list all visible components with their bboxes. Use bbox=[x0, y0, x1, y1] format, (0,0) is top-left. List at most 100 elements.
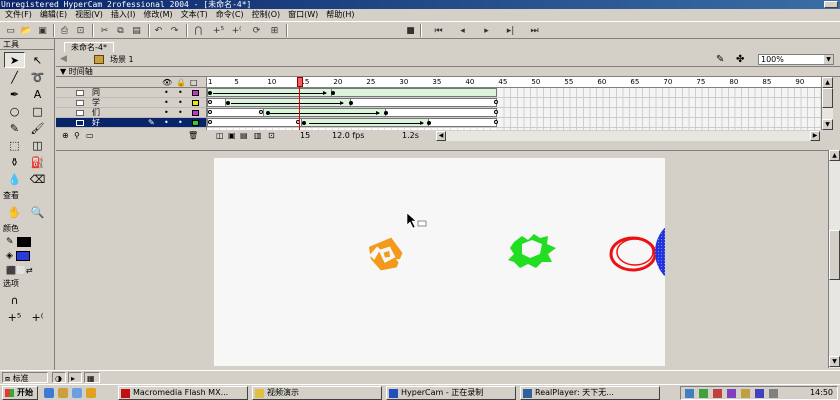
back-arrow-icon[interactable]: ◀ bbox=[60, 54, 67, 64]
snap-icon[interactable]: ⋂ bbox=[192, 24, 205, 37]
lock-dot[interactable]: • bbox=[178, 118, 183, 128]
hand-tool-icon[interactable]: ✋ bbox=[4, 204, 25, 220]
window-control-button[interactable] bbox=[824, 1, 838, 8]
center-frame-icon[interactable]: ◫ bbox=[216, 130, 224, 141]
redo-icon[interactable]: ↷ bbox=[168, 24, 181, 37]
edit-multiple-icon[interactable]: ▥ bbox=[254, 130, 262, 141]
task-realplayer[interactable]: RealPlayer: 天下无... bbox=[520, 386, 660, 400]
trash-icon[interactable]: 🗑 bbox=[188, 130, 198, 141]
ie-icon[interactable] bbox=[44, 388, 54, 398]
layer-color-swatch[interactable] bbox=[192, 120, 199, 126]
start-button[interactable]: 开始 bbox=[2, 386, 38, 400]
stop-icon[interactable]: ■ bbox=[404, 24, 417, 37]
eye-icon[interactable]: 👁 bbox=[162, 78, 172, 87]
menu-item[interactable]: 文本(T) bbox=[177, 9, 212, 21]
explorer-icon[interactable] bbox=[72, 388, 82, 398]
print-icon[interactable]: ⎙ bbox=[58, 24, 71, 37]
timeline-hscroll[interactable]: ◀ ▶ bbox=[436, 131, 820, 141]
visibility-dot[interactable]: • bbox=[164, 108, 169, 118]
zoom-tool-icon[interactable]: 🔍 bbox=[27, 204, 48, 220]
undo-icon[interactable]: ↶ bbox=[152, 24, 165, 37]
smooth-icon[interactable]: +⁵ bbox=[212, 24, 225, 37]
layer-row[interactable]: 同 • • bbox=[56, 88, 206, 98]
ink-bottle-tool-icon[interactable]: ⚱ bbox=[4, 154, 25, 170]
arrow-tool-icon[interactable]: ➤ bbox=[4, 52, 25, 68]
status-icon-1[interactable]: ◑ bbox=[52, 372, 66, 383]
layer-color-swatch[interactable] bbox=[192, 90, 199, 96]
cut-icon[interactable]: ✂ bbox=[98, 24, 111, 37]
lock-icon[interactable]: 🔒 bbox=[176, 78, 186, 87]
tray-icon[interactable] bbox=[755, 389, 764, 398]
menu-item[interactable]: 窗口(W) bbox=[284, 9, 322, 21]
layer-color-swatch[interactable] bbox=[192, 110, 199, 116]
fill-color-swatch[interactable] bbox=[15, 251, 30, 261]
frames-panel[interactable]: 1 5 10 15 20 25 30 35 40 45 50 55 60 65 70 75 80 85 90 bbox=[206, 77, 821, 130]
save-icon[interactable]: ▣ bbox=[36, 24, 49, 37]
pencil-tool-icon[interactable]: ✎ bbox=[4, 120, 25, 136]
playhead[interactable] bbox=[297, 77, 303, 130]
eraser-tool-icon[interactable]: ⌫ bbox=[27, 171, 48, 187]
layer-row[interactable]: 学 • • bbox=[56, 98, 206, 108]
timeline-header[interactable]: ▼ 时间轴 bbox=[56, 67, 840, 77]
rotate-icon[interactable]: ⟳ bbox=[250, 24, 263, 37]
edit-symbol-icon[interactable]: ✤ bbox=[736, 54, 744, 65]
add-layer-icon[interactable]: ⊕ bbox=[62, 130, 69, 141]
visibility-dot[interactable]: • bbox=[164, 98, 169, 108]
paste-icon[interactable]: ▤ bbox=[130, 24, 143, 37]
smooth-option-icon[interactable]: +⁵ bbox=[4, 309, 25, 325]
text-tool-icon[interactable]: A bbox=[27, 86, 48, 102]
menu-item[interactable]: 插入(I) bbox=[107, 9, 140, 21]
tray-icon[interactable] bbox=[713, 389, 722, 398]
menu-item[interactable]: 命令(C) bbox=[212, 9, 248, 21]
new-icon[interactable]: ▭ bbox=[4, 24, 17, 37]
paint-bucket-tool-icon[interactable]: ⛽ bbox=[27, 154, 48, 170]
menu-item[interactable]: 控制(O) bbox=[248, 9, 285, 21]
media-icon[interactable] bbox=[86, 388, 96, 398]
eyedropper-tool-icon[interactable]: 💧 bbox=[4, 171, 25, 187]
add-folder-icon[interactable]: ▭ bbox=[86, 130, 94, 141]
tray-icon[interactable] bbox=[699, 389, 708, 398]
subselect-tool-icon[interactable]: ↖ bbox=[27, 52, 48, 68]
print-preview-icon[interactable]: ⊡ bbox=[74, 24, 87, 37]
brush-tool-icon[interactable]: 🖌 bbox=[27, 120, 48, 136]
stage[interactable] bbox=[214, 158, 725, 366]
step-forward-icon[interactable]: ▸| bbox=[504, 24, 517, 37]
straighten-icon[interactable]: +⁽ bbox=[230, 24, 243, 37]
tray-icon[interactable] bbox=[685, 389, 694, 398]
step-back-icon[interactable]: ◂ bbox=[456, 24, 469, 37]
menu-item[interactable]: 视图(V) bbox=[71, 9, 107, 21]
outline-icon[interactable]: □ bbox=[190, 78, 198, 87]
lock-dot[interactable]: • bbox=[178, 88, 183, 98]
zoom-select[interactable]: 100% ▼ bbox=[758, 54, 834, 65]
onion-skin-icon[interactable]: ▣ bbox=[228, 130, 236, 141]
volume-icon[interactable] bbox=[769, 389, 778, 398]
tray-icon[interactable] bbox=[741, 389, 750, 398]
lock-dot[interactable]: • bbox=[178, 108, 183, 118]
menu-item[interactable]: 修改(M) bbox=[139, 9, 176, 21]
layer-row[interactable]: 们 • • bbox=[56, 108, 206, 118]
status-icon-3[interactable]: ▦ bbox=[84, 372, 100, 383]
straighten-option-icon[interactable]: +⁽ bbox=[27, 309, 48, 325]
scale-icon[interactable]: ⊞ bbox=[268, 24, 281, 37]
oval-tool-icon[interactable]: ○ bbox=[4, 103, 25, 119]
stage-vscroll[interactable]: ▲ ▼ bbox=[828, 150, 840, 368]
layer-color-swatch[interactable] bbox=[192, 100, 199, 106]
lasso-tool-icon[interactable]: ➰ bbox=[27, 69, 48, 85]
rectangle-tool-icon[interactable]: □ bbox=[27, 103, 48, 119]
end-icon[interactable]: ⏭ bbox=[528, 24, 541, 37]
lock-dot[interactable]: • bbox=[178, 98, 183, 108]
rewind-icon[interactable]: ⏮ bbox=[432, 24, 445, 37]
onion-markers-icon[interactable]: ⊡ bbox=[268, 130, 275, 141]
magnet-option-icon[interactable]: ∩ bbox=[4, 292, 25, 308]
onion-outline-icon[interactable]: ▤ bbox=[240, 130, 248, 141]
open-icon[interactable]: 📂 bbox=[20, 24, 33, 37]
play-icon[interactable]: ▸ bbox=[480, 24, 493, 37]
timeline-vscroll[interactable]: ▲ ▼ bbox=[821, 77, 833, 130]
layer-row[interactable]: 好 ✎ • • bbox=[56, 118, 206, 128]
add-guide-icon[interactable]: ⚲ bbox=[74, 130, 80, 141]
mode-indicator[interactable]: ⧈ 标准 bbox=[2, 372, 48, 383]
menu-item[interactable]: 帮助(H) bbox=[322, 9, 358, 21]
menu-item[interactable]: 文件(F) bbox=[0, 9, 36, 21]
visibility-dot[interactable]: • bbox=[164, 88, 169, 98]
fill-transform-tool-icon[interactable]: ◫ bbox=[27, 137, 48, 153]
